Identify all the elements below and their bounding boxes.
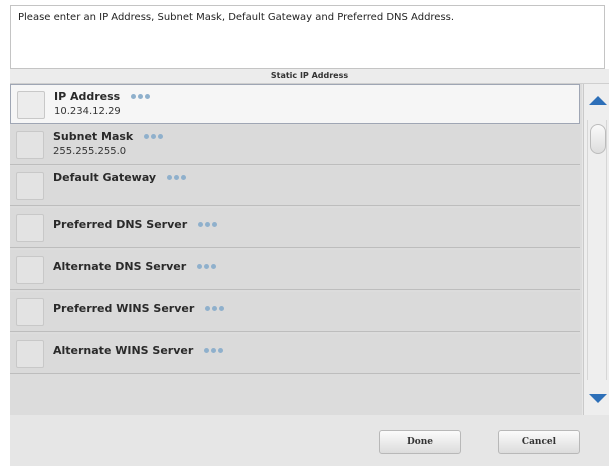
dialog-footer: Done Cancel (10, 415, 609, 466)
row-checkbox[interactable] (16, 214, 44, 242)
field-label: Alternate DNS Server (53, 260, 187, 273)
field-label: IP Address (54, 90, 121, 103)
row-checkbox[interactable] (16, 340, 44, 368)
row-checkbox[interactable] (16, 256, 44, 284)
field-label: Default Gateway (53, 171, 157, 184)
row-checkbox[interactable] (16, 298, 44, 326)
list-item-alternate-wins[interactable]: Alternate WINS Server (10, 334, 580, 374)
row-checkbox[interactable] (17, 91, 45, 119)
ellipsis-icon[interactable] (166, 170, 188, 184)
instruction-text: Please enter an IP Address, Subnet Mask,… (10, 5, 605, 69)
field-value: 255.255.255.0 (53, 146, 127, 157)
list-item-subnet-mask[interactable]: Subnet Mask 255.255.255.0 (10, 125, 580, 165)
list-item-default-gateway[interactable]: Default Gateway (10, 166, 580, 206)
cancel-button[interactable]: Cancel (498, 430, 580, 454)
arrow-down-icon[interactable] (589, 394, 607, 403)
field-label: Subnet Mask (53, 130, 134, 143)
row-label-wrap: Alternate DNS Server (53, 259, 218, 274)
scroll-thumb[interactable] (590, 124, 606, 154)
ellipsis-icon[interactable] (131, 89, 152, 103)
ellipsis-icon[interactable] (197, 259, 218, 273)
list-item-ip-address[interactable]: IP Address 10.234.12.29 (10, 84, 580, 124)
done-button[interactable]: Done (379, 430, 461, 454)
row-checkbox[interactable] (16, 172, 44, 200)
ellipsis-icon[interactable] (198, 217, 219, 231)
field-label: Alternate WINS Server (53, 344, 194, 357)
row-label-wrap: Preferred DNS Server (53, 217, 219, 232)
arrow-up-icon[interactable] (589, 96, 607, 105)
field-label: Preferred WINS Server (53, 302, 195, 315)
ellipsis-icon[interactable] (144, 129, 165, 143)
row-checkbox[interactable] (16, 131, 44, 159)
field-label: Preferred DNS Server (53, 218, 188, 231)
scroll-track[interactable] (587, 120, 607, 380)
row-label-wrap: Preferred WINS Server (53, 301, 226, 316)
field-value: 10.234.12.29 (54, 106, 121, 117)
row-label-wrap: Alternate WINS Server (53, 343, 225, 358)
ip-settings-list: IP Address 10.234.12.29 Subnet Mask 255.… (10, 84, 582, 415)
static-ip-panel: Static IP Address IP Address 10.234.12.2… (10, 69, 609, 466)
row-label-wrap: Subnet Mask (53, 129, 165, 144)
row-label-wrap: IP Address (54, 89, 152, 104)
list-item-preferred-dns[interactable]: Preferred DNS Server (10, 208, 580, 248)
scrollbar[interactable] (583, 84, 609, 415)
section-title: Static IP Address (10, 69, 609, 84)
ellipsis-icon[interactable] (204, 343, 225, 357)
ellipsis-icon[interactable] (205, 301, 226, 315)
list-item-alternate-dns[interactable]: Alternate DNS Server (10, 250, 580, 290)
row-label-wrap: Default Gateway (53, 170, 188, 185)
list-item-preferred-wins[interactable]: Preferred WINS Server (10, 292, 580, 332)
